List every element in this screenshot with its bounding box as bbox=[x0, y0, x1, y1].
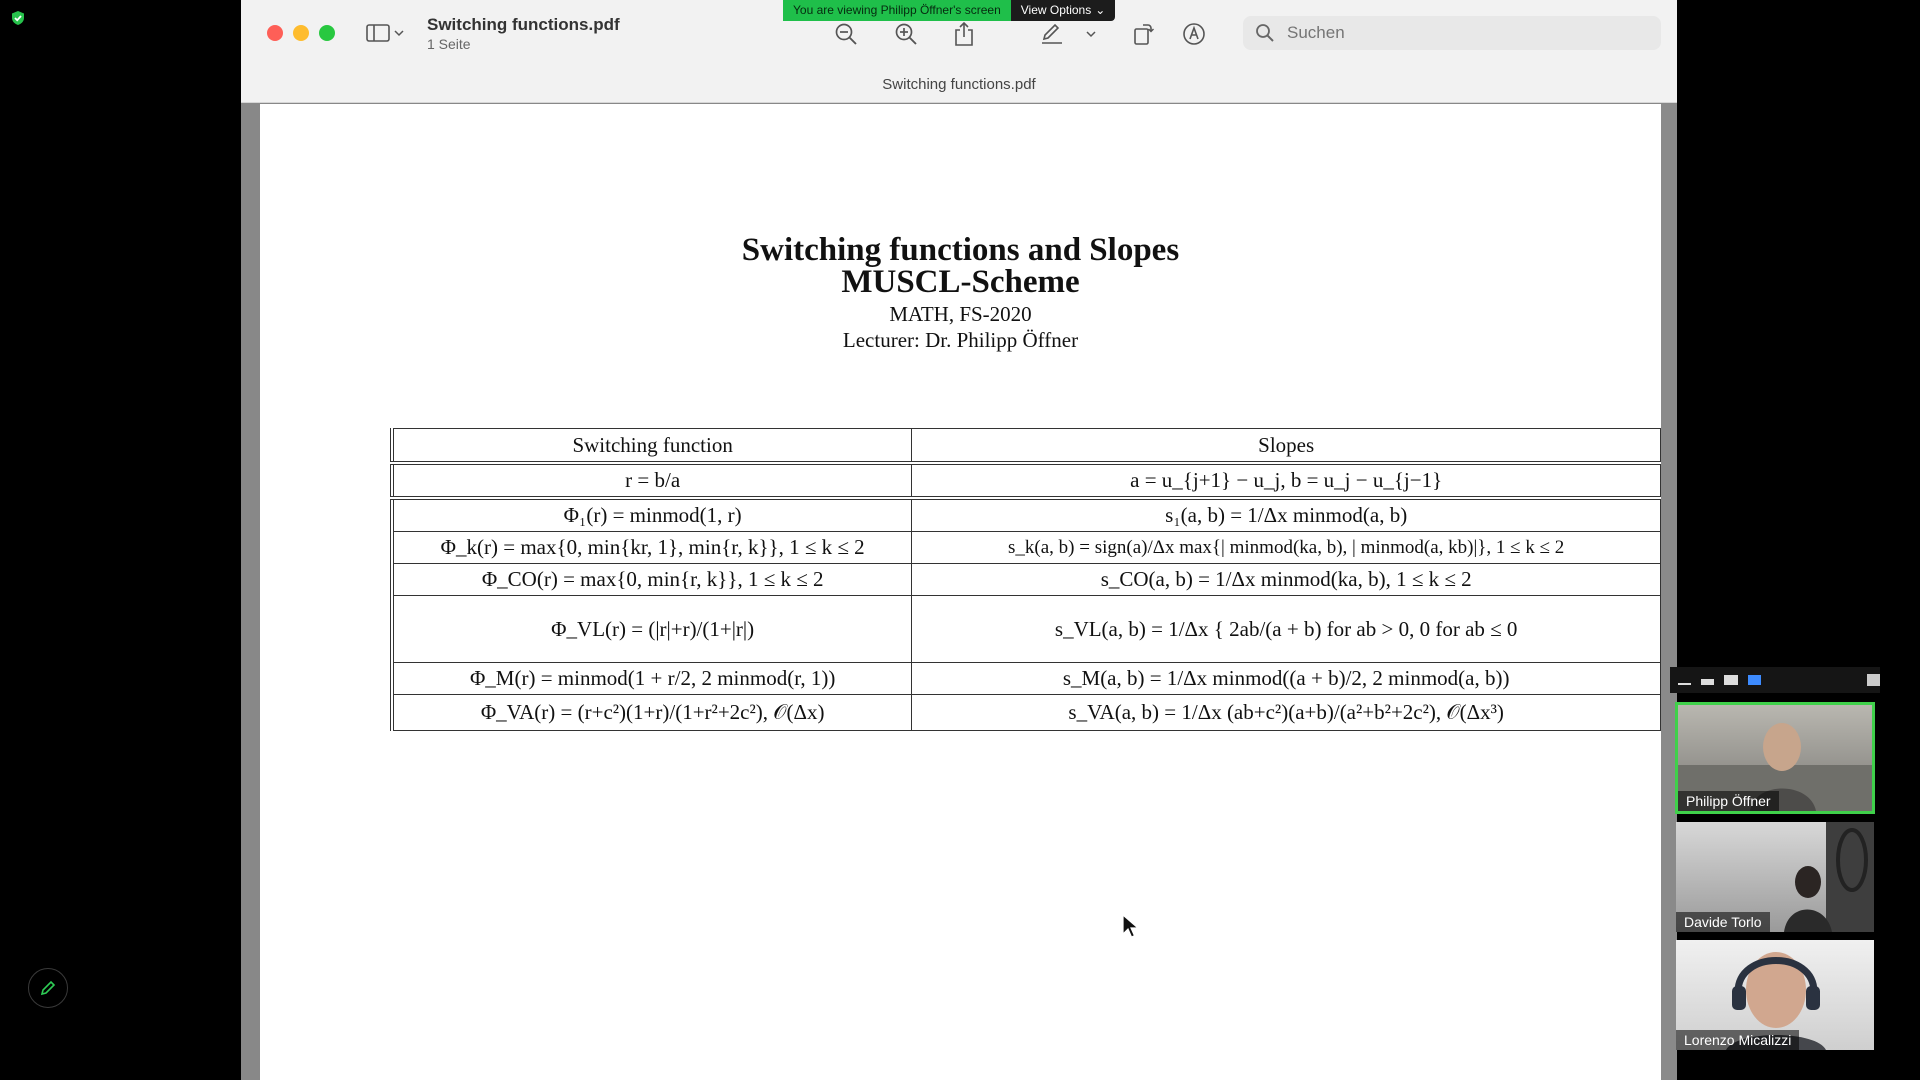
pencil-icon bbox=[40, 980, 56, 996]
rotate-icon bbox=[1134, 24, 1154, 45]
share-message: You are viewing Philipp Öffner's screen bbox=[783, 0, 1011, 21]
table-header-row: Switching function Slopes bbox=[391, 428, 1661, 464]
mouse-cursor-icon bbox=[1122, 914, 1140, 938]
markup-pen-icon bbox=[1042, 23, 1062, 44]
share-button[interactable] bbox=[950, 20, 978, 48]
minimize-window-button[interactable] bbox=[293, 25, 309, 41]
screen-share-banner: You are viewing Philipp Öffner's screen … bbox=[783, 0, 1116, 21]
lecturer-line: Lecturer: Dr. Philipp Öffner bbox=[842, 328, 1079, 352]
annotate-button[interactable] bbox=[1180, 20, 1208, 48]
participant-tile[interactable]: Lorenzo Micalizzi bbox=[1676, 940, 1874, 1050]
video-panel-toolbar bbox=[1670, 667, 1881, 693]
search-icon bbox=[1256, 24, 1274, 42]
security-shield-icon[interactable] bbox=[10, 10, 26, 26]
view-options-button[interactable]: View Options ⌄ bbox=[1010, 0, 1116, 21]
table-row: Φ_M(r) = minmod(1 + r/2, 2 minmod(r, 1))… bbox=[391, 662, 1661, 695]
close-window-button[interactable] bbox=[267, 25, 283, 41]
column-header: Switching function bbox=[391, 428, 913, 464]
table-row: Φ_VL(r) = (|r|+r)/(1+|r|) s_VL(a, b) = 1… bbox=[391, 595, 1661, 663]
annotate-icon bbox=[1183, 23, 1205, 45]
participant-tile[interactable]: Philipp Öffner bbox=[1675, 702, 1875, 814]
sidebar-icon bbox=[366, 24, 390, 42]
window-subtitle: Switching functions.pdf bbox=[882, 76, 1036, 93]
table-row: Φ_k(r) = max{0, min{kr, 1}, min{r, k}}, … bbox=[391, 531, 1661, 564]
pop-out-icon[interactable] bbox=[1866, 674, 1881, 686]
participant-name: Lorenzo Micalizzi bbox=[1676, 1030, 1800, 1050]
switching-function-cell: Φ₁(r) = minmod(1, r) bbox=[391, 496, 913, 532]
search-field[interactable] bbox=[1243, 16, 1661, 50]
participant-name: Davide Torlo bbox=[1676, 912, 1770, 932]
pdf-page[interactable]: Switching functions and Slopes MUSCL-Sch… bbox=[260, 104, 1661, 1080]
table-row: Φ_CO(r) = max{0, min{r, k}}, 1 ≤ k ≤ 2 s… bbox=[391, 563, 1661, 596]
slope-cell: s_VA(a, b) = 1/Δx (ab+c²)(a+b)/(a²+b²+2c… bbox=[911, 694, 1661, 731]
document-title: Switching functions.pdf bbox=[427, 15, 620, 34]
switching-function-cell: Φ_CO(r) = max{0, min{r, k}}, 1 ≤ k ≤ 2 bbox=[391, 563, 913, 596]
switching-function-cell: r = b/a bbox=[391, 461, 913, 499]
page-count: 1 Seite bbox=[427, 36, 471, 52]
minimize-video-icon[interactable] bbox=[1678, 683, 1692, 685]
chevron-down-icon bbox=[1086, 31, 1096, 38]
switching-function-cell: Φ_M(r) = minmod(1 + r/2, 2 minmod(r, 1)) bbox=[391, 662, 913, 695]
slope-cell: s₁(a, b) = 1/Δx minmod(a, b) bbox=[911, 496, 1661, 532]
preview-window: Switching functions.pdf 1 Seite Switchin… bbox=[241, 0, 1677, 1080]
slope-cell: a = u_{j+1} − u_j, b = u_j − u_{j−1} bbox=[911, 461, 1661, 499]
zoom-in-icon bbox=[895, 23, 917, 45]
document-subheading: MUSCL-Scheme bbox=[841, 264, 1080, 300]
speaker-view-icon[interactable] bbox=[1724, 675, 1738, 685]
slope-cell: s_k(a, b) = sign(a)/Δx max{| minmod(ka, … bbox=[911, 531, 1661, 564]
maximize-window-button[interactable] bbox=[319, 25, 335, 41]
chevron-down-icon bbox=[394, 30, 404, 37]
table-row: Φ₁(r) = minmod(1, r) s₁(a, b) = 1/Δx min… bbox=[391, 496, 1661, 532]
gallery-view-icon[interactable] bbox=[1747, 675, 1761, 685]
zoom-out-icon bbox=[835, 23, 857, 45]
zoom-in-button[interactable] bbox=[892, 20, 920, 48]
participant-tile[interactable]: Davide Torlo bbox=[1676, 822, 1874, 932]
search-input[interactable] bbox=[1285, 22, 1629, 44]
share-icon bbox=[955, 21, 973, 46]
switching-functions-table: Switching function Slopes r = b/a a = u_… bbox=[390, 428, 1661, 731]
view-options-label: View Options bbox=[1020, 3, 1092, 17]
table-row: Φ_VA(r) = (r+c²)(1+r)/(1+r²+2c²), 𝒪(Δx) … bbox=[391, 694, 1661, 731]
rotate-button[interactable] bbox=[1129, 20, 1157, 48]
annotate-pencil-button[interactable] bbox=[28, 968, 68, 1008]
chevron-down-icon: ⌄ bbox=[1095, 3, 1106, 17]
slope-cell: s_VL(a, b) = 1/Δx { 2ab/(a + b) for ab >… bbox=[911, 595, 1661, 663]
page-scrollbar[interactable] bbox=[1661, 104, 1677, 1080]
table-row: r = b/a a = u_{j+1} − u_j, b = u_j − u_{… bbox=[391, 461, 1661, 499]
switching-function-cell: Φ_VL(r) = (|r|+r)/(1+|r|) bbox=[391, 595, 913, 663]
sidebar-toggle-button[interactable] bbox=[366, 22, 408, 44]
slope-cell: s_CO(a, b) = 1/Δx minmod(ka, b), 1 ≤ k ≤… bbox=[911, 563, 1661, 596]
zoom-out-button[interactable] bbox=[832, 20, 860, 48]
course-line: MATH, FS-2020 bbox=[889, 302, 1032, 326]
participant-name: Philipp Öffner bbox=[1678, 791, 1779, 811]
column-header: Slopes bbox=[911, 428, 1661, 464]
speaker-strip-icon[interactable] bbox=[1701, 679, 1715, 685]
markup-pen-button[interactable] bbox=[1038, 20, 1066, 48]
markup-options-button[interactable] bbox=[1083, 20, 1099, 48]
switching-function-cell: Φ_VA(r) = (r+c²)(1+r)/(1+r²+2c²), 𝒪(Δx) bbox=[391, 694, 913, 731]
switching-function-cell: Φ_k(r) = max{0, min{kr, 1}, min{r, k}}, … bbox=[391, 531, 913, 564]
slope-cell: s_M(a, b) = 1/Δx minmod((a + b)/2, 2 min… bbox=[911, 662, 1661, 695]
